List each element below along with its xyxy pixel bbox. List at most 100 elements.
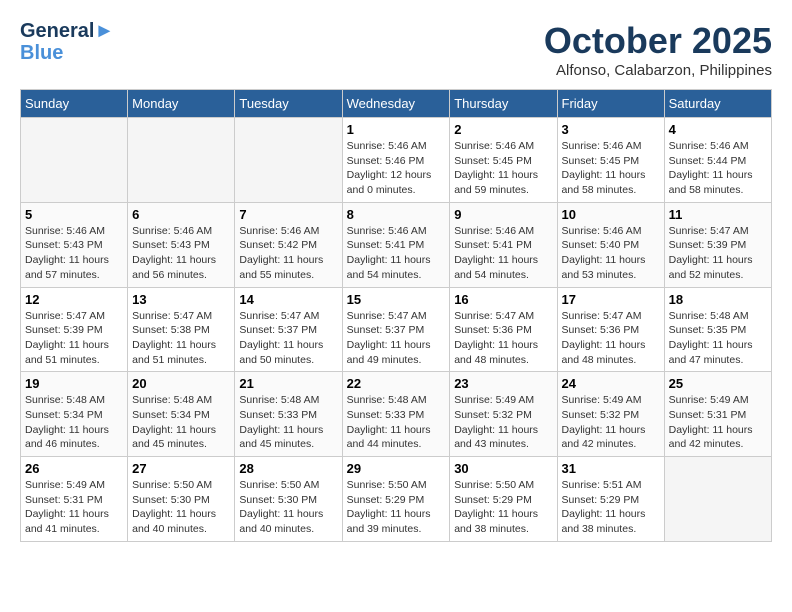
title-block: October 2025 Alfonso, Calabarzon, Philip… <box>544 20 772 79</box>
page-header: General► Blue October 2025 Alfonso, Cala… <box>20 20 772 79</box>
calendar-cell: 20 Sunrise: 5:48 AM Sunset: 5:34 PM Dayli… <box>128 372 235 457</box>
calendar-cell: 26Sunrise: 5:49 AM Sunset: 5:31 PM Dayli… <box>21 457 128 542</box>
day-number: 26 <box>25 461 123 476</box>
day-info: Sunrise: 5:46 AM Sunset: 5:41 PM Dayligh… <box>347 224 446 283</box>
calendar-cell <box>128 118 235 203</box>
day-number: 17 <box>562 292 660 307</box>
calendar-cell: 28 Sunrise: 5:50 AM Sunset: 5:30 PM Dayli… <box>235 457 342 542</box>
weekday-header-tuesday: Tuesday <box>235 90 342 118</box>
day-info: Sunrise: 5:47 AM Sunset: 5:37 PM Dayligh… <box>239 309 337 368</box>
day-info: Sunrise: 5:47 AM Sunset: 5:37 PM Dayligh… <box>347 309 446 368</box>
calendar-header-row: SundayMondayTuesdayWednesdayThursdayFrid… <box>21 90 772 118</box>
day-info: Sunrise: 5:48 AM Sunset: 5:33 PM Dayligh… <box>347 393 446 452</box>
day-number: 6 <box>132 207 230 222</box>
day-info: Sunrise: 5:47 AM Sunset: 5:39 PM Dayligh… <box>669 224 767 283</box>
day-info: Sunrise: 5:46 AM Sunset: 5:42 PM Dayligh… <box>239 224 337 283</box>
calendar-week-2: 5 Sunrise: 5:46 AM Sunset: 5:43 PM Daylig… <box>21 202 772 287</box>
calendar-cell: 12Sunrise: 5:47 AM Sunset: 5:39 PM Dayli… <box>21 287 128 372</box>
day-number: 29 <box>347 461 446 476</box>
calendar-cell: 14 Sunrise: 5:47 AM Sunset: 5:37 PM Dayli… <box>235 287 342 372</box>
day-info: Sunrise: 5:50 AM Sunset: 5:29 PM Dayligh… <box>454 478 552 537</box>
day-number: 30 <box>454 461 552 476</box>
day-info: Sunrise: 5:46 AM Sunset: 5:45 PM Dayligh… <box>454 139 552 198</box>
day-info: Sunrise: 5:48 AM Sunset: 5:33 PM Dayligh… <box>239 393 337 452</box>
calendar-cell: 5 Sunrise: 5:46 AM Sunset: 5:43 PM Daylig… <box>21 202 128 287</box>
day-number: 8 <box>347 207 446 222</box>
day-info: Sunrise: 5:46 AM Sunset: 5:43 PM Dayligh… <box>25 224 123 283</box>
day-number: 14 <box>239 292 337 307</box>
calendar-week-1: 1 Sunrise: 5:46 AM Sunset: 5:46 PM Daylig… <box>21 118 772 203</box>
day-info: Sunrise: 5:46 AM Sunset: 5:46 PM Dayligh… <box>347 139 446 198</box>
calendar-cell: 11 Sunrise: 5:47 AM Sunset: 5:39 PM Dayli… <box>664 202 771 287</box>
day-number: 23 <box>454 376 552 391</box>
calendar-cell: 3Sunrise: 5:46 AM Sunset: 5:45 PM Daylig… <box>557 118 664 203</box>
logo-text: General► <box>20 20 114 42</box>
day-number: 1 <box>347 122 446 137</box>
day-number: 12 <box>25 292 123 307</box>
day-info: Sunrise: 5:50 AM Sunset: 5:30 PM Dayligh… <box>239 478 337 537</box>
day-info: Sunrise: 5:49 AM Sunset: 5:32 PM Dayligh… <box>562 393 660 452</box>
day-number: 16 <box>454 292 552 307</box>
day-info: Sunrise: 5:48 AM Sunset: 5:35 PM Dayligh… <box>669 309 767 368</box>
logo: General► Blue <box>20 20 114 65</box>
calendar-cell: 2Sunrise: 5:46 AM Sunset: 5:45 PM Daylig… <box>450 118 557 203</box>
day-number: 9 <box>454 207 552 222</box>
day-info: Sunrise: 5:46 AM Sunset: 5:41 PM Dayligh… <box>454 224 552 283</box>
day-info: Sunrise: 5:47 AM Sunset: 5:38 PM Dayligh… <box>132 309 230 368</box>
calendar-cell: 7 Sunrise: 5:46 AM Sunset: 5:42 PM Daylig… <box>235 202 342 287</box>
calendar-cell <box>21 118 128 203</box>
calendar-cell: 1 Sunrise: 5:46 AM Sunset: 5:46 PM Daylig… <box>342 118 450 203</box>
month-title: October 2025 <box>544 20 772 62</box>
day-number: 5 <box>25 207 123 222</box>
day-number: 19 <box>25 376 123 391</box>
calendar-cell: 15 Sunrise: 5:47 AM Sunset: 5:37 PM Dayli… <box>342 287 450 372</box>
calendar-cell: 19Sunrise: 5:48 AM Sunset: 5:34 PM Dayli… <box>21 372 128 457</box>
day-number: 11 <box>669 207 767 222</box>
day-info: Sunrise: 5:47 AM Sunset: 5:36 PM Dayligh… <box>562 309 660 368</box>
calendar-cell: 23 Sunrise: 5:49 AM Sunset: 5:32 PM Dayli… <box>450 372 557 457</box>
day-number: 13 <box>132 292 230 307</box>
day-info: Sunrise: 5:46 AM Sunset: 5:45 PM Dayligh… <box>562 139 660 198</box>
calendar-week-4: 19 Sunrise: 5:48 AM Sunset: 5:34 PM Dayli… <box>21 372 772 457</box>
day-number: 18 <box>669 292 767 307</box>
calendar-cell: 10Sunrise: 5:46 AM Sunset: 5:40 PM Dayli… <box>557 202 664 287</box>
day-number: 22 <box>347 376 446 391</box>
calendar-cell: 16Sunrise: 5:47 AM Sunset: 5:36 PM Dayli… <box>450 287 557 372</box>
day-number: 31 <box>562 461 660 476</box>
day-number: 27 <box>132 461 230 476</box>
day-info: Sunrise: 5:46 AM Sunset: 5:44 PM Dayligh… <box>669 139 767 198</box>
calendar-cell: 27Sunrise: 5:50 AM Sunset: 5:30 PM Dayli… <box>128 457 235 542</box>
weekday-header-saturday: Saturday <box>664 90 771 118</box>
calendar-cell: 13 Sunrise: 5:47 AM Sunset: 5:38 PM Dayli… <box>128 287 235 372</box>
day-info: Sunrise: 5:49 AM Sunset: 5:31 PM Dayligh… <box>669 393 767 452</box>
weekday-header-thursday: Thursday <box>450 90 557 118</box>
logo-blue: Blue <box>20 42 114 65</box>
day-number: 20 <box>132 376 230 391</box>
calendar-cell: 17 Sunrise: 5:47 AM Sunset: 5:36 PM Dayli… <box>557 287 664 372</box>
weekday-header-sunday: Sunday <box>21 90 128 118</box>
location: Alfonso, Calabarzon, Philippines <box>544 62 772 79</box>
calendar-cell <box>664 457 771 542</box>
day-number: 15 <box>347 292 446 307</box>
day-number: 10 <box>562 207 660 222</box>
calendar-cell: 29 Sunrise: 5:50 AM Sunset: 5:29 PM Dayli… <box>342 457 450 542</box>
day-info: Sunrise: 5:51 AM Sunset: 5:29 PM Dayligh… <box>562 478 660 537</box>
day-number: 7 <box>239 207 337 222</box>
day-info: Sunrise: 5:49 AM Sunset: 5:32 PM Dayligh… <box>454 393 552 452</box>
calendar-cell: 31 Sunrise: 5:51 AM Sunset: 5:29 PM Dayli… <box>557 457 664 542</box>
calendar-cell: 18 Sunrise: 5:48 AM Sunset: 5:35 PM Dayli… <box>664 287 771 372</box>
day-info: Sunrise: 5:46 AM Sunset: 5:43 PM Dayligh… <box>132 224 230 283</box>
day-number: 4 <box>669 122 767 137</box>
calendar-week-3: 12Sunrise: 5:47 AM Sunset: 5:39 PM Dayli… <box>21 287 772 372</box>
calendar-cell: 9 Sunrise: 5:46 AM Sunset: 5:41 PM Daylig… <box>450 202 557 287</box>
calendar-cell: 21Sunrise: 5:48 AM Sunset: 5:33 PM Dayli… <box>235 372 342 457</box>
day-info: Sunrise: 5:50 AM Sunset: 5:29 PM Dayligh… <box>347 478 446 537</box>
calendar-cell: 25 Sunrise: 5:49 AM Sunset: 5:31 PM Dayli… <box>664 372 771 457</box>
day-info: Sunrise: 5:48 AM Sunset: 5:34 PM Dayligh… <box>132 393 230 452</box>
calendar-cell: 22 Sunrise: 5:48 AM Sunset: 5:33 PM Dayli… <box>342 372 450 457</box>
day-number: 28 <box>239 461 337 476</box>
day-number: 25 <box>669 376 767 391</box>
calendar-cell: 6 Sunrise: 5:46 AM Sunset: 5:43 PM Daylig… <box>128 202 235 287</box>
calendar-week-5: 26Sunrise: 5:49 AM Sunset: 5:31 PM Dayli… <box>21 457 772 542</box>
weekday-header-monday: Monday <box>128 90 235 118</box>
